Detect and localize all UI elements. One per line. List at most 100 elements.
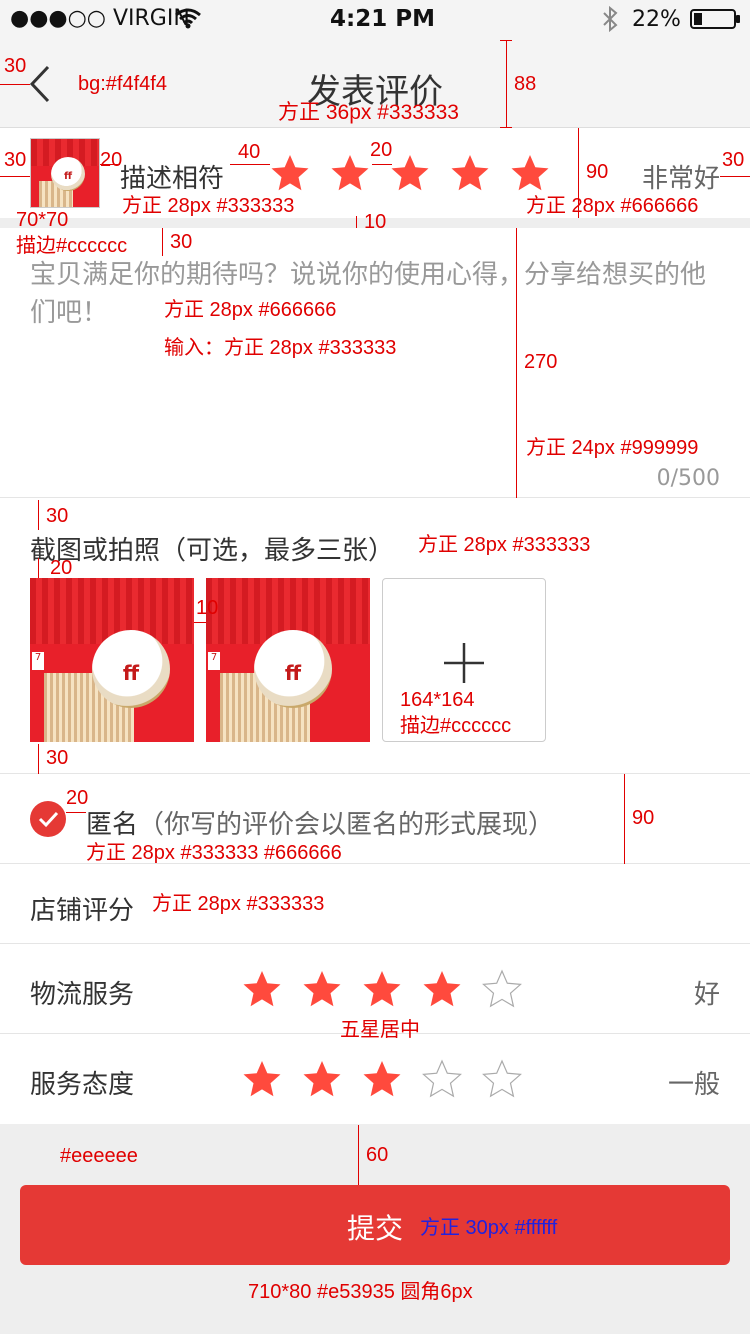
spec-line bbox=[194, 622, 206, 623]
spec-line bbox=[720, 176, 750, 177]
spec-line bbox=[38, 558, 39, 578]
logistics-label: 物流服务 bbox=[30, 980, 135, 1010]
spec-annotation: 方正 28px #666666 bbox=[526, 195, 699, 217]
spec-annotation: 描边#cccccc bbox=[16, 235, 128, 257]
spec-annotation: 方正 24px #999999 bbox=[526, 437, 699, 459]
spec-line bbox=[162, 228, 163, 256]
star-filled-icon[interactable] bbox=[330, 153, 370, 193]
star-filled-icon[interactable] bbox=[242, 969, 282, 1009]
spec-annotation: #eeeeee bbox=[60, 1145, 138, 1167]
spec-annotation: 20 bbox=[66, 787, 89, 809]
spec-annotation: 20 bbox=[50, 557, 73, 579]
submit-label: 提交 bbox=[346, 1212, 403, 1245]
star-filled-icon[interactable] bbox=[302, 969, 342, 1009]
comment-counter: 0/500 bbox=[656, 466, 720, 491]
spec-annotation: 方正 28px #666666 bbox=[164, 299, 337, 321]
spec-annotation: 164*164 bbox=[400, 689, 475, 711]
spec-annotation: 40 bbox=[238, 141, 261, 163]
product-thumbnail: ff bbox=[30, 138, 100, 208]
spec-line bbox=[38, 744, 39, 774]
spec-line bbox=[0, 176, 30, 177]
status-bar: ●●●○○ VIRGIN 4:21 PM 22% bbox=[0, 0, 750, 40]
plus-icon bbox=[444, 643, 484, 683]
star-filled-icon[interactable] bbox=[362, 969, 402, 1009]
spec-line bbox=[506, 40, 507, 128]
spec-line bbox=[372, 164, 392, 165]
spec-annotation: 88 bbox=[514, 73, 537, 95]
star-filled-icon[interactable] bbox=[302, 1059, 342, 1099]
carrier-signal: ●●●○○ VIRGIN bbox=[10, 6, 190, 31]
logistics-star-rating[interactable] bbox=[242, 969, 532, 1009]
spec-annotation: 五星居中 bbox=[340, 1019, 420, 1041]
photo-section-label: 截图或拍照（可选，最多三张） bbox=[30, 536, 395, 566]
product-star-rating[interactable] bbox=[270, 153, 560, 193]
star-filled-icon[interactable] bbox=[242, 1059, 282, 1099]
status-time: 4:21 PM bbox=[330, 6, 435, 32]
comment-input[interactable]: 宝贝满足你的期待吗？说说你的使用心得，分享给想买的他们吧！ bbox=[30, 256, 720, 332]
spec-line bbox=[0, 84, 30, 85]
spec-annotation: 30 bbox=[170, 231, 193, 253]
spec-annotation: 30 bbox=[46, 747, 69, 769]
anonymous-label: 匿名 bbox=[86, 810, 139, 840]
spec-line bbox=[500, 40, 512, 41]
spec-annotation: 710*80 #e53935 圆角6px bbox=[248, 1281, 473, 1303]
shop-rating-row-service: 服务态度 一般 bbox=[0, 1034, 750, 1124]
anonymous-note: （你写的评价会以匿名的形式展现） bbox=[138, 810, 555, 840]
spec-annotation: 方正 28px #333333 bbox=[122, 195, 295, 217]
spec-annotation: 70*70 bbox=[16, 209, 69, 231]
product-rating-label: 描述相符 bbox=[120, 164, 225, 194]
spec-line bbox=[356, 216, 357, 228]
service-label: 服务态度 bbox=[30, 1070, 135, 1100]
spec-annotation: bg:#f4f4f4 bbox=[78, 73, 167, 95]
spec-annotation: 60 bbox=[366, 1144, 389, 1166]
logistics-rating-text: 好 bbox=[693, 980, 720, 1010]
service-star-rating[interactable] bbox=[242, 1059, 532, 1099]
spec-annotation: 30 bbox=[4, 149, 27, 171]
spec-annotation: 方正 36px #333333 bbox=[278, 101, 459, 124]
photo-section: 截图或拍照（可选，最多三张） 7 ff 7 ff bbox=[0, 498, 750, 774]
spec-annotation: 30 bbox=[4, 55, 27, 77]
spec-annotation: 90 bbox=[632, 807, 655, 829]
spec-line bbox=[624, 774, 625, 864]
spec-annotation: 30 bbox=[722, 149, 745, 171]
wifi-icon bbox=[174, 7, 202, 29]
spec-line bbox=[516, 228, 517, 498]
spec-line bbox=[358, 1125, 359, 1185]
product-rating-text: 非常好 bbox=[641, 164, 720, 194]
spec-line bbox=[66, 812, 86, 813]
spec-line bbox=[38, 500, 39, 530]
spec-annotation: 10 bbox=[364, 211, 387, 233]
spec-annotation: 270 bbox=[524, 351, 558, 373]
photo-thumbnail-1[interactable]: 7 ff bbox=[30, 578, 194, 742]
spec-annotation: 描边#cccccc bbox=[400, 715, 512, 737]
spec-annotation: 10 bbox=[196, 597, 219, 619]
star-filled-icon[interactable] bbox=[390, 153, 430, 193]
shop-rating-header: 店铺评分 bbox=[0, 864, 750, 944]
spec-annotation: 30 bbox=[46, 505, 69, 527]
spec-line bbox=[500, 127, 512, 128]
star-filled-icon[interactable] bbox=[510, 153, 550, 193]
spec-annotation: 方正 28px #333333 #666666 bbox=[86, 842, 342, 864]
star-filled-icon[interactable] bbox=[450, 153, 490, 193]
battery-icon bbox=[690, 9, 740, 29]
star-filled-icon[interactable] bbox=[362, 1059, 402, 1099]
spec-line bbox=[230, 164, 270, 165]
shop-rating-title: 店铺评分 bbox=[30, 896, 135, 926]
battery-percent: 22% bbox=[632, 7, 681, 32]
star-filled-icon[interactable] bbox=[422, 969, 462, 1009]
star-filled-icon[interactable] bbox=[270, 153, 310, 193]
star-empty-icon[interactable] bbox=[482, 1059, 522, 1099]
anonymous-check-icon[interactable] bbox=[30, 801, 66, 837]
spec-annotation: 方正 28px #333333 bbox=[152, 893, 325, 915]
star-empty-icon[interactable] bbox=[482, 969, 522, 1009]
spec-annotation: 方正 30px #ffffff bbox=[420, 1217, 558, 1239]
submit-button[interactable]: 提交 bbox=[20, 1185, 730, 1265]
bluetooth-icon bbox=[600, 5, 620, 33]
spec-annotation: 方正 28px #333333 bbox=[418, 534, 591, 556]
spec-annotation: 90 bbox=[586, 161, 609, 183]
spec-annotation: 输入：方正 28px #333333 bbox=[164, 337, 397, 359]
photo-thumbnail-2[interactable]: 7 ff bbox=[206, 578, 370, 742]
spec-annotation: 20 bbox=[100, 149, 123, 171]
spec-annotation: 20 bbox=[370, 139, 393, 161]
star-empty-icon[interactable] bbox=[422, 1059, 462, 1099]
